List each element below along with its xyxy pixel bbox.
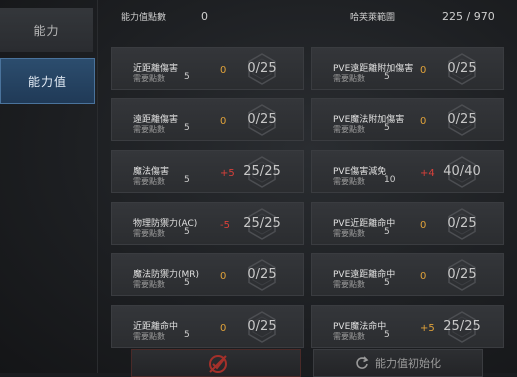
sidebar: 能力 能力值 — [0, 0, 100, 373]
stat-card[interactable]: PVE近距離命中 需要點數 5 0 0/25 — [311, 202, 504, 245]
stat-card[interactable]: PVE遠距離命中 需要點數 5 0 0/25 — [311, 253, 504, 296]
stat-card[interactable]: 遠距離傷害 需要點數 5 0 0/25 — [111, 98, 304, 141]
stat-card[interactable]: 魔法防禦力(MR) 需要點數 5 0 0/25 — [111, 253, 304, 296]
stat-bonus: 0 — [420, 65, 427, 76]
reset-button-label: 能力值初始化 — [375, 357, 441, 370]
stat-bonus: -5 — [220, 220, 230, 231]
stat-card[interactable]: 魔法傷害 需要點數 5 +5 25/25 — [111, 150, 304, 193]
stat-bonus: +4 — [420, 168, 435, 179]
stat-card[interactable]: 近距離命中 需要點數 5 0 0/25 — [111, 305, 304, 348]
stat-bonus: 0 — [220, 116, 227, 127]
stat-ratio: 0/25 — [447, 112, 477, 127]
points-label: 能力值點數 — [121, 13, 167, 23]
stat-ratio: 0/25 — [247, 61, 277, 76]
stat-ratio: 0/25 — [447, 216, 477, 231]
stat-bonus: 0 — [420, 116, 427, 127]
stat-ratio: 0/25 — [447, 267, 477, 282]
stat-ratio: 25/25 — [243, 216, 281, 231]
stat-required-label: 需要點數 — [333, 332, 365, 341]
stat-card[interactable]: PVE魔法附加傷害 需要點數 5 0 0/25 — [311, 98, 504, 141]
stat-ratio: 0/25 — [247, 267, 277, 282]
stat-required-points: 5 — [384, 123, 390, 133]
crossed-out-check-icon — [209, 355, 227, 373]
stat-required-label: 需要點數 — [133, 125, 165, 134]
stat-bonus: 0 — [220, 271, 227, 282]
stat-required-label: 需要點數 — [133, 280, 165, 289]
stat-card[interactable]: PVE遠距離附加傷害 需要點數 5 0 0/25 — [311, 47, 504, 90]
sidebar-item-label: 能力 — [33, 23, 60, 38]
refresh-icon — [356, 356, 369, 369]
stat-required-label: 需要點數 — [333, 125, 365, 134]
stat-required-label: 需要點數 — [333, 74, 365, 83]
stat-required-points: 5 — [184, 330, 190, 340]
divider — [97, 0, 98, 373]
points-value: 0 — [201, 10, 208, 23]
stat-required-label: 需要點數 — [133, 177, 165, 186]
stat-required-points: 5 — [184, 227, 190, 237]
stat-required-points: 5 — [184, 175, 190, 185]
stat-ratio: 25/25 — [243, 164, 281, 179]
stat-required-label: 需要點數 — [333, 229, 365, 238]
sidebar-item-ability-value[interactable]: 能力值 — [0, 58, 95, 104]
range-value: 225 / 970 — [442, 10, 495, 23]
range-label: 哈芙萊範圍 — [350, 13, 396, 23]
stat-ratio: 0/25 — [247, 319, 277, 334]
stat-ratio: 25/25 — [443, 319, 481, 334]
stat-required-points: 5 — [184, 72, 190, 82]
stat-required-points: 5 — [384, 330, 390, 340]
stat-card[interactable]: 物理防禦力(AC) 需要點數 5 -5 25/25 — [111, 202, 304, 245]
stat-bonus: 0 — [220, 323, 227, 334]
stat-required-points: 5 — [184, 278, 190, 288]
stat-required-points: 5 — [384, 72, 390, 82]
stat-required-points: 10 — [384, 175, 396, 185]
stat-ratio: 0/25 — [447, 61, 477, 76]
stat-required-label: 需要點數 — [133, 332, 165, 341]
stat-required-label: 需要點數 — [133, 74, 165, 83]
stat-required-points: 5 — [184, 123, 190, 133]
stat-card[interactable]: PVE傷害減免 需要點數 10 +4 40/40 — [311, 150, 504, 193]
stat-ratio: 40/40 — [443, 164, 481, 179]
stat-required-points: 5 — [384, 227, 390, 237]
stat-required-label: 需要點數 — [333, 177, 365, 186]
sidebar-item-ability[interactable]: 能力 — [0, 8, 93, 52]
stat-bonus: +5 — [420, 323, 435, 334]
stat-required-label: 需要點數 — [333, 280, 365, 289]
stat-bonus: 0 — [220, 65, 227, 76]
stat-bonus: 0 — [420, 220, 427, 231]
sidebar-item-label: 能力值 — [27, 74, 67, 89]
stat-required-points: 5 — [384, 278, 390, 288]
stat-card[interactable]: 近距離傷害 需要點數 5 0 0/25 — [111, 47, 304, 90]
stat-bonus: +5 — [220, 168, 235, 179]
stat-required-label: 需要點數 — [133, 229, 165, 238]
stat-card[interactable]: PVE魔法命中 需要點數 5 +5 25/25 — [311, 305, 504, 348]
stat-ratio: 0/25 — [247, 112, 277, 127]
stat-bonus: 0 — [420, 271, 427, 282]
